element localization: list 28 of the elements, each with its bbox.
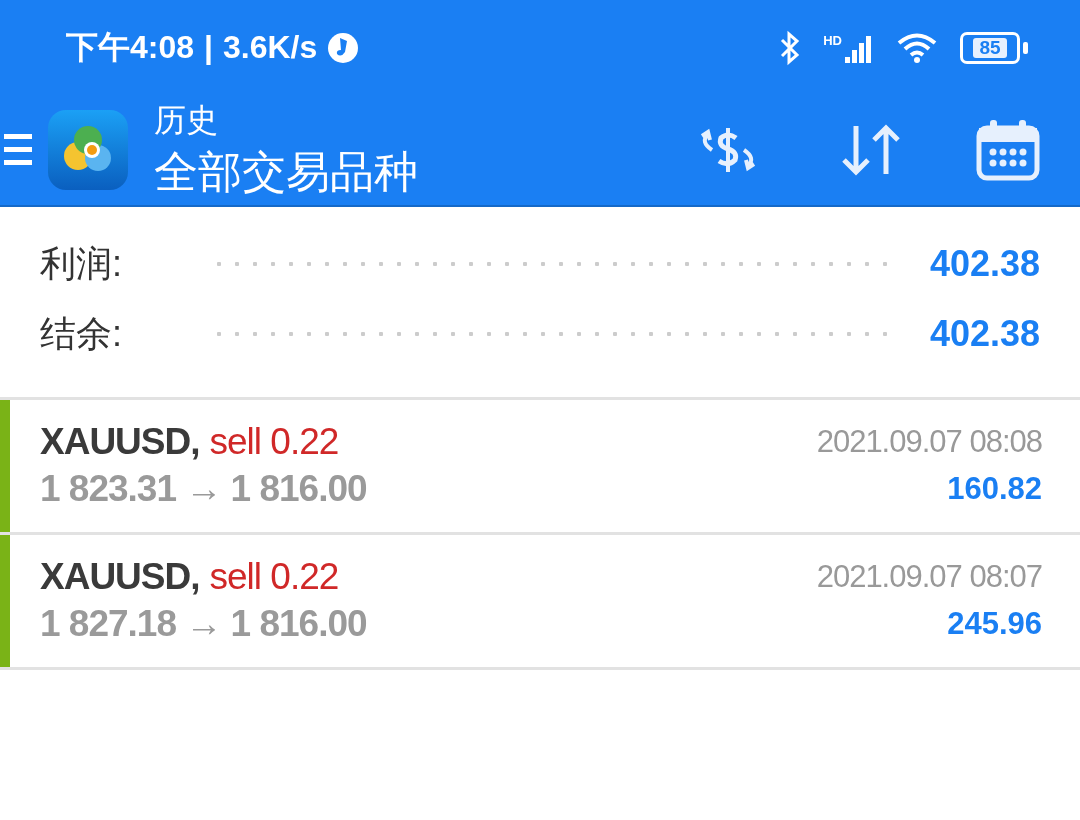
summary-value: 402.38 [929, 243, 1040, 285]
trade-prices: 1 827.18 → 1 816.00 [40, 602, 367, 646]
calendar-button[interactable] [976, 118, 1040, 182]
trade-row[interactable]: XAUUSD, sell 0.22 1 823.31 → 1 816.00 2021.09.07 08:08 160.82 [0, 400, 1080, 535]
bluetooth-icon [779, 29, 802, 66]
trade-prices: 1 823.31 → 1 816.00 [40, 467, 367, 511]
network-speed: 3.6K/s [223, 29, 318, 66]
trade-symbol: XAUUSD, [40, 420, 200, 464]
summary-label: 结余: [40, 311, 123, 356]
status-separator: | [204, 29, 213, 66]
trade-time: 2021.09.07 08:07 [816, 558, 1042, 596]
trade-time: 2021.09.07 08:08 [816, 423, 1042, 461]
status-time: 下午4:08 [66, 27, 195, 67]
page-subtitle: 全部交易品种 [154, 145, 418, 198]
battery-level: 85 [973, 37, 1007, 58]
wifi-icon [896, 31, 938, 64]
circle-badge-icon [327, 31, 360, 64]
battery-tip-icon [1023, 41, 1028, 54]
trade-row[interactable]: XAUUSD, sell 0.22 1 827.18 → 1 816.00 2021.09.07 08:07 245.96 [0, 535, 1080, 670]
summary-value: 402.38 [929, 313, 1040, 355]
summary-label: 利润: [40, 241, 123, 286]
trade-side: sell 0.22 [209, 555, 339, 599]
trade-side: sell 0.22 [209, 420, 339, 464]
trade-profit: 160.82 [947, 470, 1042, 508]
trade-profit: 245.96 [947, 605, 1042, 643]
trade-symbol: XAUUSD, [40, 555, 200, 599]
page-title: 历史 [154, 100, 219, 140]
hd-label: HD [823, 32, 842, 48]
